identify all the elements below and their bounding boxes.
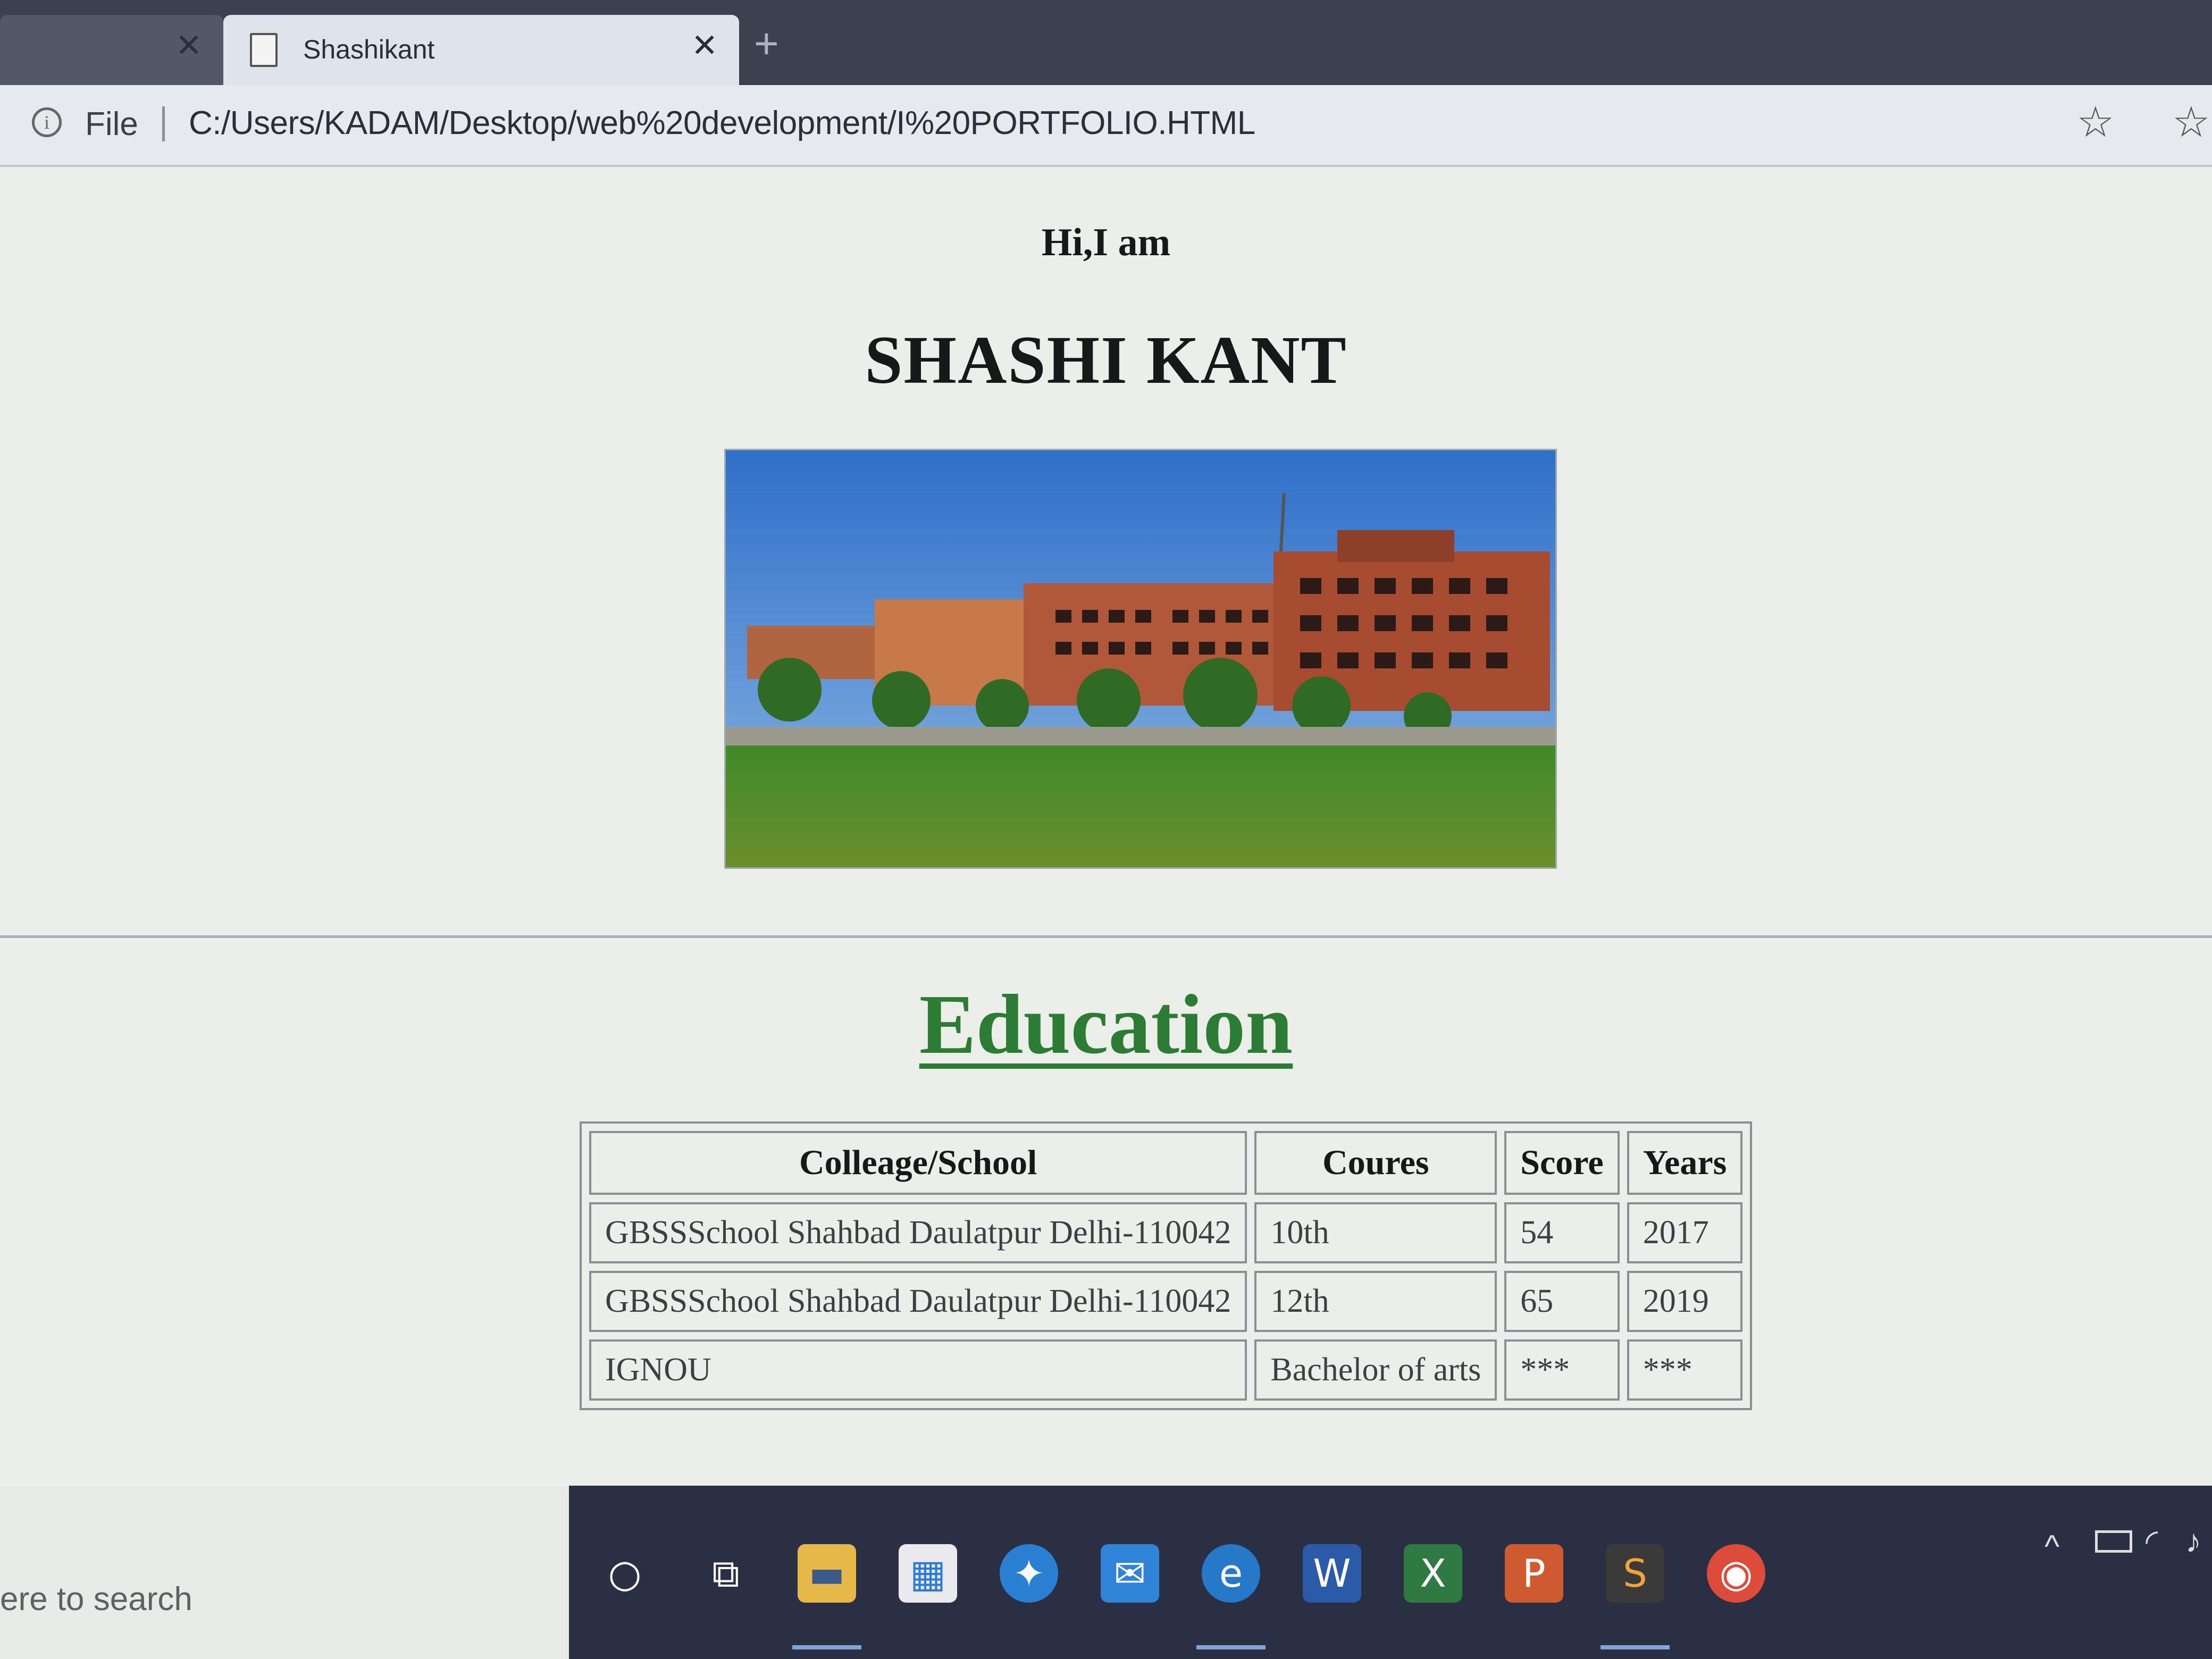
word-icon[interactable]: W <box>1303 1544 1361 1603</box>
table-cell: GBSSSchool Shahbad Daulatpur Delhi-11004… <box>589 1271 1247 1332</box>
horizontal-rule <box>0 935 2212 938</box>
table-cell: Bachelor of arts <box>1254 1339 1497 1401</box>
tab-previous[interactable]: ✕ <box>0 15 223 85</box>
wifi-icon[interactable]: ◜ <box>2146 1523 2158 1560</box>
edge-icon[interactable]: e <box>1202 1544 1260 1603</box>
star-icon[interactable]: ☆ <box>2076 101 2115 144</box>
table-cell: *** <box>1504 1339 1620 1401</box>
divider <box>162 106 165 141</box>
chrome-icon[interactable]: ◉ <box>1707 1544 1765 1603</box>
volume-icon[interactable]: ♪ <box>2185 1523 2201 1560</box>
column-header: Coures <box>1254 1131 1497 1195</box>
table-cell: 54 <box>1504 1202 1620 1263</box>
excel-icon[interactable]: X <box>1404 1544 1462 1603</box>
address-bar[interactable]: i File C:/Users/KADAM/Desktop/web%20deve… <box>0 85 2212 167</box>
sublime-icon[interactable]: S <box>1606 1544 1664 1603</box>
powerpoint-icon[interactable]: P <box>1505 1544 1563 1603</box>
column-header: Score <box>1504 1131 1620 1195</box>
table-cell: *** <box>1627 1339 1743 1401</box>
section-heading: Education <box>919 977 1293 1071</box>
info-icon[interactable]: i <box>32 107 62 137</box>
task-view-icon[interactable]: ⧉ <box>697 1544 755 1603</box>
new-tab-button[interactable]: + <box>754 22 779 65</box>
chevron-up-icon[interactable]: ^ <box>2045 1528 2059 1565</box>
table-header-row: Colleage/School Coures Score Years <box>589 1131 1743 1195</box>
browser-window: ✕ Shashikant ✕ + i File C:/Users/KADAM/D… <box>0 0 2212 1659</box>
column-header: Years <box>1627 1131 1743 1195</box>
taskbar-search-box[interactable]: ere to search <box>0 1486 569 1659</box>
extension-icon[interactable]: ☆ <box>2172 101 2210 144</box>
table-cell: 10th <box>1254 1202 1497 1263</box>
store-icon[interactable]: ▦ <box>899 1544 957 1603</box>
column-header: Colleage/School <box>589 1131 1247 1195</box>
table-row: IGNOU Bachelor of arts *** *** <box>589 1339 1743 1401</box>
table-cell: 2017 <box>1627 1202 1743 1263</box>
search-placeholder: ere to search <box>0 1581 192 1618</box>
mail-icon[interactable]: ✉ <box>1101 1544 1159 1603</box>
page-content: Hi,I am SHASHI KANT Education Colleage/S… <box>0 167 2212 1486</box>
tab-strip: ✕ Shashikant ✕ + <box>0 0 2212 85</box>
cortana-icon[interactable]: ○ <box>596 1544 654 1603</box>
table-row: GBSSSchool Shahbad Daulatpur Delhi-11004… <box>589 1271 1743 1332</box>
close-icon[interactable]: ✕ <box>691 30 718 62</box>
table-cell: GBSSSchool Shahbad Daulatpur Delhi-11004… <box>589 1202 1247 1263</box>
battery-icon[interactable] <box>2095 1530 2132 1553</box>
table-cell: 12th <box>1254 1271 1497 1332</box>
campus-photo <box>724 449 1557 869</box>
page-icon <box>250 33 278 67</box>
scheme-label: File <box>85 106 138 143</box>
tab-active[interactable]: Shashikant ✕ <box>223 15 739 85</box>
url-text[interactable]: C:/Users/KADAM/Desktop/web%20development… <box>189 104 1255 142</box>
taskbar-icons: ○ ⧉ ▬ ▦ ✦ ✉ e W X P S ◉ <box>569 1486 2212 1659</box>
file-explorer-icon[interactable]: ▬ <box>798 1544 856 1603</box>
close-icon[interactable]: ✕ <box>175 30 202 62</box>
tab-title: Shashikant <box>303 35 435 64</box>
page-title: SHASHI KANT <box>865 322 1347 398</box>
greeting: Hi,I am <box>1041 221 1171 264</box>
safari-icon[interactable]: ✦ <box>1000 1544 1058 1603</box>
taskbar: ere to search ○ ⧉ ▬ ▦ ✦ ✉ e W X P S ◉ ^ … <box>0 1486 2212 1659</box>
table-cell: 65 <box>1504 1271 1620 1332</box>
table-cell: IGNOU <box>589 1339 1247 1401</box>
table-cell: 2019 <box>1627 1271 1743 1332</box>
education-table: Colleage/School Coures Score Years GBSSS… <box>580 1121 1753 1410</box>
campus-image <box>726 450 1555 867</box>
table-row: GBSSSchool Shahbad Daulatpur Delhi-11004… <box>589 1202 1743 1263</box>
